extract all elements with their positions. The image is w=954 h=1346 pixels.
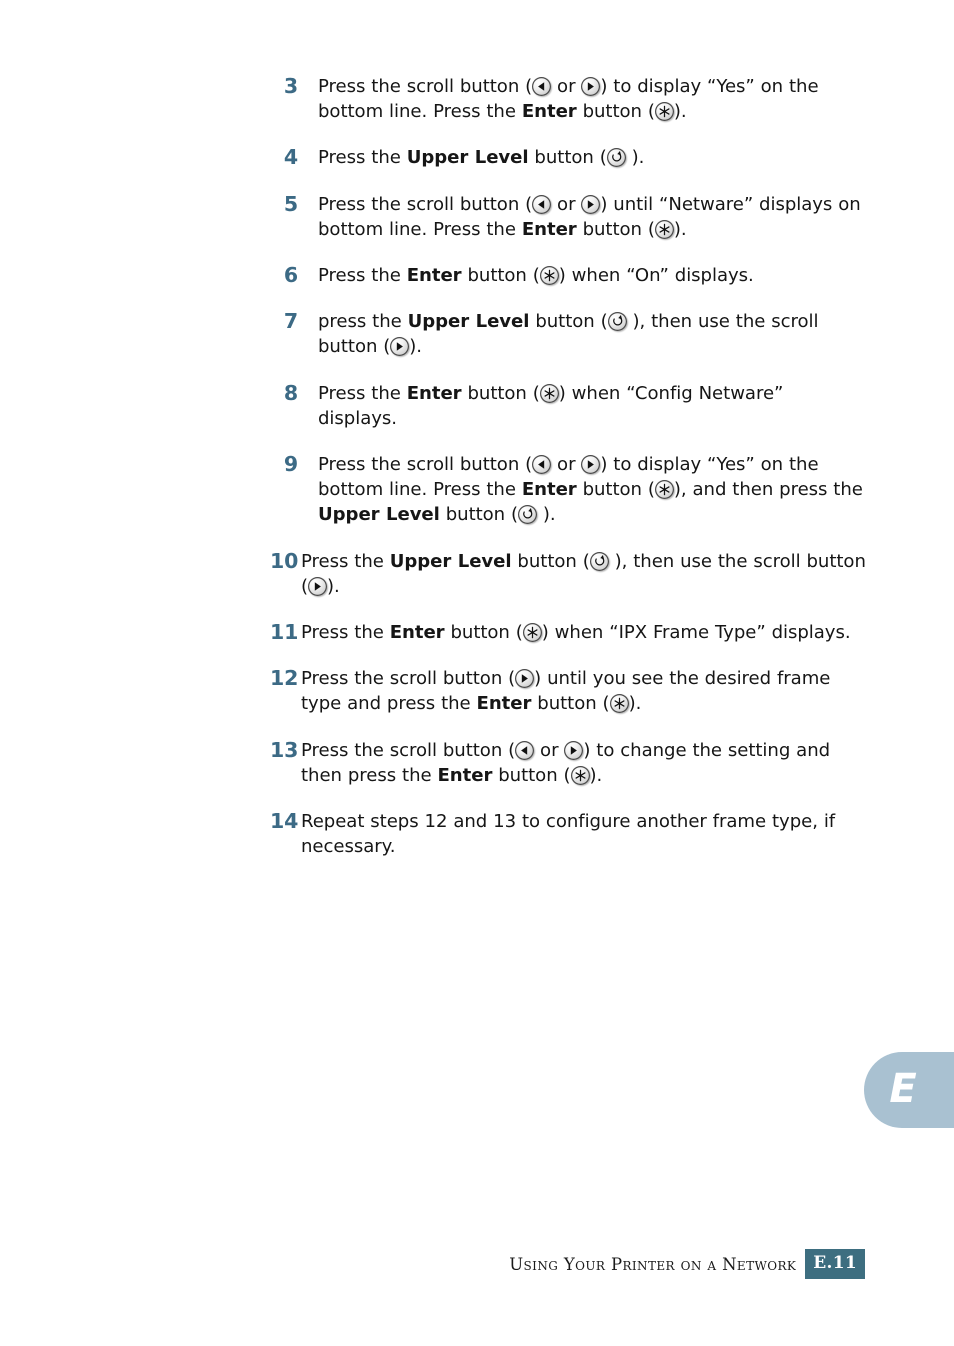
enter-button-icon [522, 623, 542, 643]
scroll-right-button-icon [564, 740, 584, 760]
step-item: 14 Repeat steps 12 and 13 to configure an… [270, 809, 867, 859]
step-number: 6 [283, 263, 298, 288]
enter-button-icon [654, 219, 674, 239]
emphasised-button-name: Enter [406, 265, 462, 287]
step-number: 7 [283, 309, 298, 334]
enter-button-icon [539, 383, 559, 403]
scroll-left-button-icon [515, 740, 535, 760]
upper-level-button-icon [589, 551, 609, 571]
step-text: Press the scroll button ( or ) to change… [301, 739, 831, 786]
emphasised-button-name: Enter [521, 101, 577, 123]
emphasised-button-name: Upper Level [389, 550, 512, 572]
step-item: 9 Press the scroll button ( or ) to displ… [281, 452, 867, 528]
step-text: Press the scroll button ( or ) to displa… [318, 454, 863, 526]
scroll-right-button-icon [308, 576, 328, 596]
scroll-right-button-icon [581, 455, 601, 475]
scroll-left-button-icon [532, 455, 552, 475]
emphasised-button-name: Enter [406, 382, 462, 404]
enter-button-icon [570, 765, 590, 785]
enter-button-icon [609, 694, 629, 714]
step-text: Press the Enter button () when “Config N… [318, 382, 784, 429]
step-item: 11 Press the Enter button () when “IPX Fr… [270, 620, 867, 645]
step-item: 3 Press the scroll button ( or ) to displ… [281, 74, 867, 124]
step-item: 7 press the Upper Level button ( ), then … [281, 309, 867, 359]
step-text: Press the Enter button () when “IPX Fram… [301, 622, 851, 644]
enter-button-icon [539, 266, 559, 286]
scroll-right-button-icon [390, 337, 410, 357]
chapter-tab-letter: E [889, 1066, 917, 1112]
scroll-left-button-icon [532, 77, 552, 96]
step-number: 11 [270, 620, 299, 645]
step-item: 6 Press the Enter button () when “On” dis… [281, 263, 867, 288]
upper-level-button-icon [607, 312, 627, 332]
step-number: 10 [270, 548, 299, 573]
step-text: Press the scroll button ( or ) until “Ne… [318, 193, 861, 240]
emphasised-button-name: Enter [521, 218, 577, 240]
step-text: Press the scroll button () until you see… [301, 668, 831, 715]
emphasised-button-name: Enter [389, 622, 445, 644]
step-item: 5 Press the scroll button ( or ) until “N… [281, 192, 867, 242]
step-text: Press the Enter button () when “On” disp… [318, 265, 754, 287]
document-page: 3 Press the scroll button ( or ) to displ… [0, 0, 954, 1346]
step-number: 4 [283, 145, 298, 170]
enter-button-icon [654, 480, 674, 500]
step-number: 8 [283, 380, 298, 405]
scroll-right-button-icon [515, 669, 535, 689]
step-text: press the Upper Level button ( ), then u… [318, 311, 819, 358]
step-text: Press the Upper Level button ( ). [318, 147, 645, 169]
step-number: 13 [270, 737, 299, 762]
step-item: 13 Press the scroll button ( or ) to chan… [270, 738, 867, 788]
chapter-tab-e: E [864, 1052, 954, 1128]
emphasised-button-name: Upper Level [318, 504, 440, 526]
footer-chapter-title: Using Your Printer on a Network [509, 1254, 797, 1274]
emphasised-button-name: Enter [476, 693, 532, 715]
step-number: 12 [270, 666, 299, 691]
upper-level-button-icon [518, 505, 538, 525]
scroll-right-button-icon [581, 194, 601, 214]
step-item: 8 Press the Enter button () when “Config … [281, 381, 867, 431]
emphasised-button-name: Enter [521, 479, 577, 501]
step-text: Press the scroll button ( or ) to displa… [318, 76, 819, 123]
scroll-right-button-icon [581, 77, 601, 96]
numbered-step-list: 3 Press the scroll button ( or ) to displ… [270, 74, 867, 880]
upper-level-button-icon [606, 148, 626, 168]
step-number: 5 [283, 191, 298, 216]
enter-button-icon [654, 102, 674, 122]
page-footer: Using Your Printer on a Network E.11 [0, 1249, 954, 1279]
emphasised-button-name: Upper Level [406, 147, 529, 169]
footer-page-number-badge: E.11 [805, 1249, 865, 1279]
emphasised-button-name: Upper Level [407, 311, 530, 333]
emphasised-button-name: Enter [437, 764, 493, 786]
step-item: 12 Press the scroll button () until you s… [270, 666, 867, 716]
step-number: 3 [283, 74, 298, 98]
step-item: 10 Press the Upper Level button ( ), then… [270, 549, 867, 599]
step-number: 9 [283, 452, 298, 477]
step-number: 14 [270, 809, 299, 834]
step-item: 4 Press the Upper Level button ( ). [281, 145, 867, 170]
scroll-left-button-icon [532, 194, 552, 214]
step-text: Repeat steps 12 and 13 to configure anot… [301, 811, 836, 858]
step-text: Press the Upper Level button ( ), then u… [301, 550, 866, 597]
